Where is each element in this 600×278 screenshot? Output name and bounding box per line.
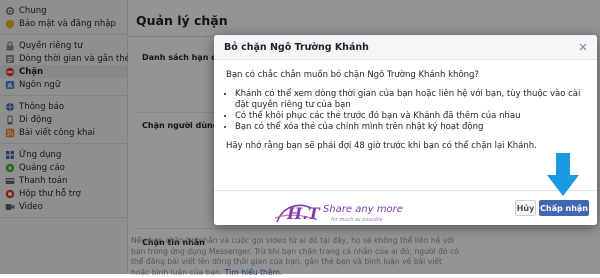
arrow-down-icon <box>547 153 579 196</box>
svg-text:H.T: H.T <box>286 204 321 223</box>
svg-text:for much as possible: for much as possible <box>331 217 383 223</box>
dialog-title: Bỏ chặn Ngô Trường Khánh <box>224 41 369 53</box>
dialog-body: Bạn có chắc chắn muốn bỏ chặn Ngô Trường… <box>214 60 597 152</box>
unblock-dialog: Bỏ chặn Ngô Trường Khánh Bạn có chắc chắ… <box>214 35 597 225</box>
close-icon[interactable] <box>577 41 589 53</box>
dialog-header: Bỏ chặn Ngô Trường Khánh <box>214 35 597 60</box>
dialog-bullets: Khánh có thể xem dòng thời gian của bạn … <box>226 89 585 133</box>
svg-text:Share any more: Share any more <box>323 204 403 215</box>
dialog-bullet: Bạn có thể xóa thẻ của chính mình trên n… <box>235 122 585 133</box>
dialog-bullet: Có thể khôi phục các thẻ trước đó bạn và… <box>235 111 585 122</box>
watermark-logo: H.T Share any more for much as possible <box>274 204 403 223</box>
confirm-button[interactable]: Chấp nhận <box>539 200 589 216</box>
dialog-question: Bạn có chắc chắn muốn bỏ chặn Ngô Trường… <box>226 70 479 80</box>
dialog-bullet: Khánh có thể xem dòng thời gian của bạn … <box>235 89 585 111</box>
cancel-button[interactable]: Hủy <box>515 200 536 216</box>
dialog-note: Hãy nhớ rằng bạn sẽ phải đợi 48 giờ trướ… <box>226 141 537 151</box>
